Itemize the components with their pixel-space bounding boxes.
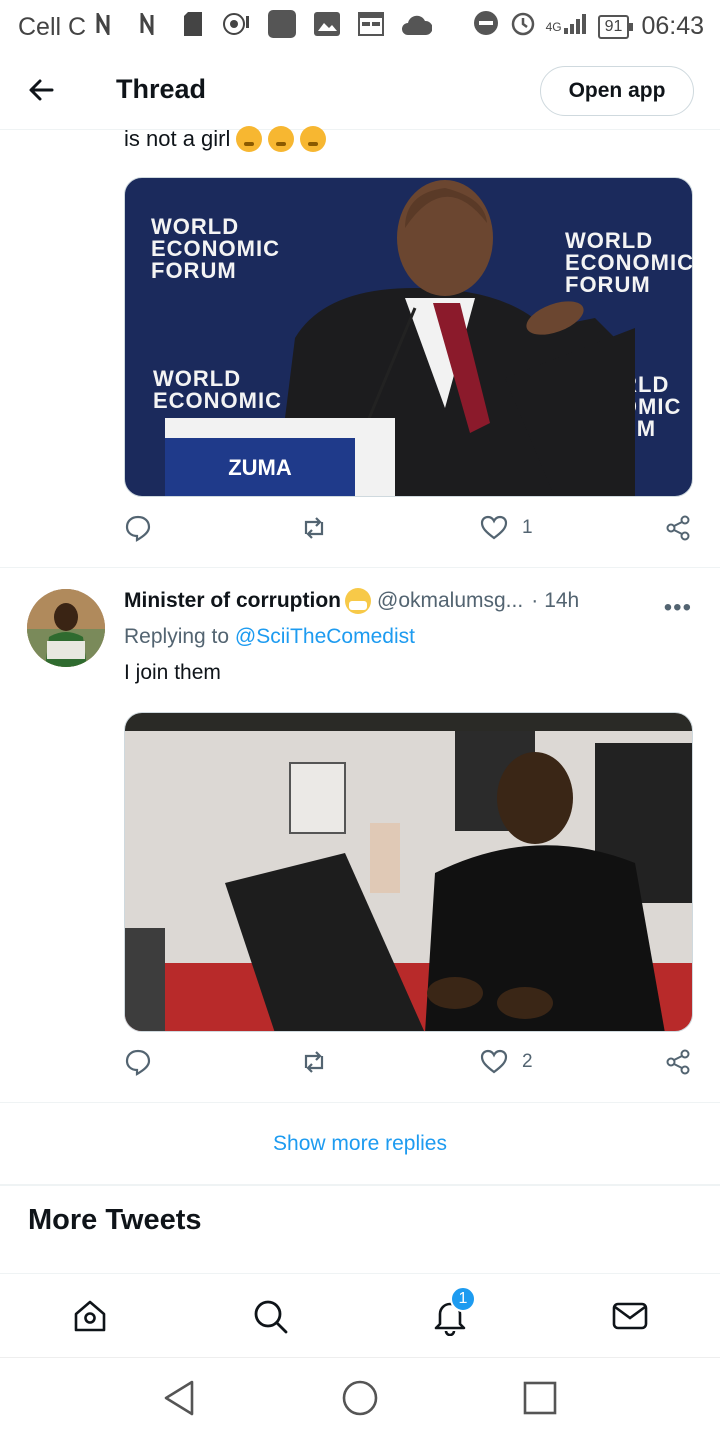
replying-label: Replying to [124, 625, 230, 648]
retweet-button[interactable] [300, 1048, 342, 1076]
avatar[interactable] [27, 589, 105, 667]
alarm-icon [510, 10, 536, 43]
tweet-media-image[interactable] [124, 712, 693, 1032]
show-more-replies-link[interactable]: Show more replies [0, 1104, 720, 1184]
app-icon [268, 10, 297, 45]
retweet-icon [304, 517, 324, 539]
reaction-meme-image [125, 713, 692, 1031]
like-button[interactable]: 1 [480, 514, 533, 542]
divider [0, 567, 720, 568]
reply-button[interactable] [124, 1048, 166, 1076]
heart-icon [480, 1049, 508, 1074]
nfc-icon [96, 9, 122, 42]
more-options-icon[interactable]: ••• [664, 594, 692, 622]
divider [0, 1184, 720, 1186]
retweet-icon [304, 1051, 324, 1073]
shushing-face-emoji [300, 126, 327, 152]
like-count: 1 [522, 517, 533, 538]
mask-face-emoji [345, 588, 371, 614]
tweet-media-image[interactable]: WORLD ECONOMIC FORUM WORLD ECONOMIC FORUM WO… [124, 177, 693, 497]
time-separator: · [531, 589, 539, 612]
share-button[interactable] [664, 1048, 692, 1076]
home-circle-icon[interactable] [340, 1378, 380, 1418]
mention-link[interactable]: @SciiTheComedist [235, 625, 415, 648]
section-title: More Tweets [28, 1204, 202, 1236]
calendar-icon [358, 12, 385, 43]
status-bar: Cell C 4G 91 06:43 [0, 0, 720, 50]
clock: 06:43 [641, 12, 704, 40]
tweet-timestamp[interactable]: 14h [544, 589, 579, 613]
tweet-text: I join them [124, 661, 221, 684]
gallery-icon [314, 12, 341, 43]
tweet-actions: 2 [124, 1048, 699, 1088]
cloud-icon [402, 13, 433, 42]
back-arrow-icon[interactable] [24, 72, 60, 108]
nfc-icon [140, 9, 166, 42]
carrier-label: Cell C [18, 13, 87, 41]
home-icon[interactable] [70, 1296, 110, 1336]
user-handle[interactable]: @okmalumsg... [377, 589, 523, 613]
battery-level: 91 [597, 14, 634, 39]
tweet-text: is not a girl [124, 126, 327, 152]
search-icon[interactable] [250, 1296, 290, 1336]
share-button[interactable] [664, 514, 692, 542]
network-type: 4G [545, 19, 562, 34]
shushing-face-emoji [236, 126, 263, 152]
podium-name-sign: ZUMA [165, 438, 355, 496]
reply-icon [125, 515, 151, 542]
like-button[interactable]: 2 [480, 1048, 533, 1076]
divider [0, 1102, 720, 1103]
signal-icon [563, 12, 588, 41]
notification-badge: 1 [450, 1286, 476, 1312]
mail-icon[interactable] [610, 1296, 650, 1336]
back-triangle-icon[interactable] [160, 1378, 200, 1418]
page-title: Thread [116, 74, 207, 104]
recents-square-icon[interactable] [520, 1378, 560, 1418]
reply-icon [125, 1049, 151, 1076]
retweet-button[interactable] [300, 514, 342, 542]
bottom-navigation: 1 [0, 1273, 720, 1357]
tweet-author-line: Minister of corruption @okmalumsg... · 1… [124, 588, 694, 614]
system-navigation-bar [0, 1357, 720, 1440]
share-icon [666, 1049, 690, 1075]
sd-card-icon [184, 12, 204, 43]
thread-header: Thread Open app [0, 52, 720, 130]
open-app-button[interactable]: Open app [540, 66, 694, 116]
dnd-icon [473, 11, 498, 42]
tweet-actions: 1 [124, 514, 699, 554]
like-count: 2 [522, 1051, 533, 1072]
shushing-face-emoji [268, 126, 295, 152]
display-name[interactable]: Minister of corruption [124, 589, 341, 613]
reply-button[interactable] [124, 514, 166, 542]
share-icon [666, 515, 690, 541]
heart-icon [480, 515, 508, 540]
hotspot-icon [222, 12, 250, 43]
replying-to-line: Replying to @SciiTheComedist [124, 625, 415, 649]
tweet-text-tail: is not a girl [124, 126, 231, 151]
